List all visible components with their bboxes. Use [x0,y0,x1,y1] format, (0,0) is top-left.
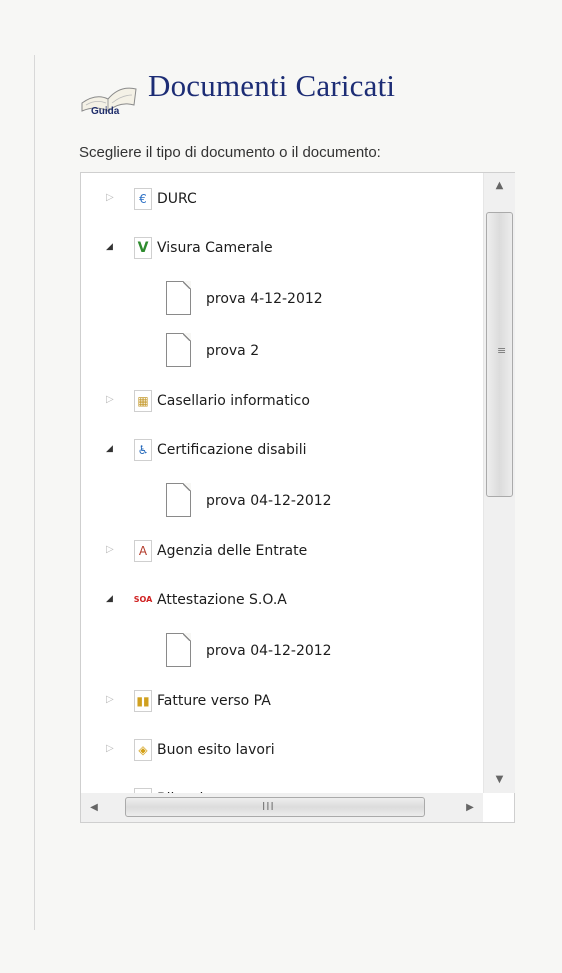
document-tree[interactable]: ▷ € DURC ◢ V Visura Camerale prova 4-12-2012 pr… [80,172,515,823]
expanded-arrow-icon[interactable]: ◢ [106,443,116,455]
document-icon [166,281,191,315]
tree-category-item[interactable]: ▷ A Agenzia delle Entrate [81,539,481,565]
tree-item-label: Buon esito lavori [157,742,275,758]
agency-icon: A [134,540,152,562]
instruction-text: Scegliere il tipo di documento o il docu… [79,144,381,161]
tree-document-item[interactable]: prova 4-12-2012 [81,281,481,323]
tree-item-label: prova 2 [206,343,260,359]
left-divider [34,55,35,930]
tree-item-label: Agenzia delle Entrate [157,543,308,559]
tree-item-label: Fatture verso PA [157,693,271,709]
tree-category-item[interactable]: ▷ ◈ Buon esito lavori [81,738,481,764]
scroll-left-arrow-icon[interactable]: ◀ [81,793,107,822]
grip-icon: III [262,800,275,813]
collapsed-arrow-icon[interactable]: ▷ [106,694,116,706]
scroll-down-arrow-icon[interactable]: ▼ [484,767,515,793]
page-title: Documenti Caricati [148,68,396,103]
tree-document-item[interactable]: prova 2 [81,333,481,375]
check-v-icon: V [134,237,152,259]
collapsed-arrow-icon[interactable]: ▷ [106,394,116,406]
tree-document-item[interactable]: prova 04-12-2012 [81,483,481,525]
scroll-up-arrow-icon[interactable]: ▲ [484,173,515,199]
tree-document-item[interactable]: prova 04-12-2012 [81,633,481,675]
horizontal-scroll-thumb[interactable]: III [125,797,425,817]
tree-category-item[interactable]: ◢ SOA Attestazione S.O.A [81,588,481,614]
vertical-scrollbar[interactable]: ▲ ≡ ▼ [483,173,515,793]
tree-item-label: Visura Camerale [157,240,273,256]
tree-item-label: DURC [157,191,197,207]
invoice-icon: ▮▮ [134,690,152,712]
document-icon [166,633,191,667]
grip-icon: ≡ [497,344,507,357]
tree-category-item[interactable]: ▷ ▮▮ Fatture verso PA [81,689,481,715]
horizontal-scrollbar[interactable]: ◀ III ▶ [81,793,483,822]
tree-item-label: prova 04-12-2012 [206,643,332,659]
collapsed-arrow-icon[interactable]: ▷ [106,544,116,556]
tree-list: ▷ € DURC ◢ V Visura Camerale prova 4-12-2012 pr… [81,173,483,793]
vertical-scroll-thumb[interactable]: ≡ [486,212,513,497]
wheelchair-icon: ♿ [134,439,152,461]
page: Guida Documenti Caricati Scegliere il ti… [0,0,562,973]
tree-item-label: Casellario informatico [157,393,310,409]
document-icon [166,483,191,517]
tree-item-label: Attestazione S.O.A [157,592,287,608]
expanded-arrow-icon[interactable]: ◢ [106,241,116,253]
tree-item-label: Certificazione disabili [157,442,307,458]
tree-category-item[interactable]: ▷ € DURC [81,187,481,213]
tree-category-item[interactable]: ◢ ♿ Certificazione disabili [81,438,481,464]
euro-icon: € [134,188,152,210]
scrollbar-corner [483,793,514,822]
tree-category-item[interactable]: ▷ ▦ Casellario informatico [81,389,481,415]
guide-label[interactable]: Guida [91,106,119,117]
expanded-arrow-icon[interactable]: ◢ [106,593,116,605]
soa-icon: SOA [134,589,152,611]
document-icon [166,333,191,367]
tree-item-label: prova 4-12-2012 [206,291,323,307]
tree-category-item[interactable]: ◢ V Visura Camerale [81,236,481,262]
scroll-right-arrow-icon[interactable]: ▶ [457,793,483,822]
diamond-icon: ◈ [134,739,152,761]
collapsed-arrow-icon[interactable]: ▷ [106,743,116,755]
collapsed-arrow-icon[interactable]: ▷ [106,192,116,204]
tree-item-label: prova 04-12-2012 [206,493,332,509]
archive-icon: ▦ [134,390,152,412]
